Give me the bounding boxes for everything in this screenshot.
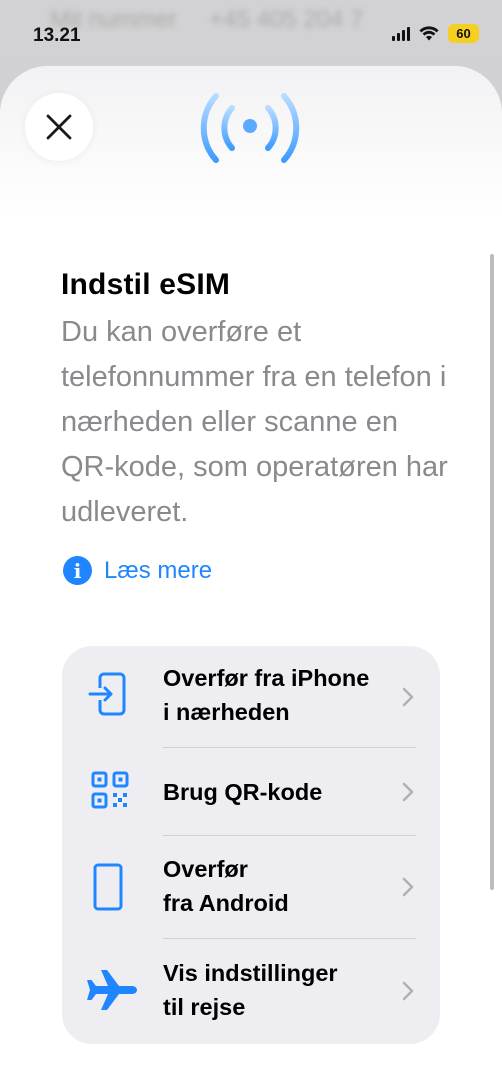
options-list: Overfør fra iPhone i nærheden Brug QR-ko… [62,646,440,1044]
chevron-right-icon [402,877,414,897]
option-qr-code[interactable]: Brug QR-kode [62,748,440,835]
info-icon: i [63,556,92,585]
option-travel-settings[interactable]: Vis indstillinger til rejse [62,938,440,1044]
chevron-right-icon [402,981,414,1001]
sheet-content: Indstil eSIM Du kan overføre et telefonn… [61,268,448,535]
cellular-signal-icon [392,26,410,41]
learn-more-label: Læs mere [104,556,213,584]
wifi-icon [419,26,439,41]
antenna-signal-icon [200,93,300,189]
close-icon [46,114,72,140]
option-transfer-android[interactable]: Overfør fra Android [62,835,440,938]
learn-more-link[interactable]: i Læs mere [63,556,212,585]
background-number: +45 405 204 7 [209,6,364,33]
scroll-indicator[interactable] [490,254,494,890]
option-label: Overfør fra iPhone i nærheden [163,665,370,725]
screen: Mit nummer +45 405 204 7 13.21 60 Indsti… [0,0,502,1079]
chevron-right-icon [402,782,414,802]
airplane-icon [87,970,137,1010]
option-label: Vis indstillinger til rejse [163,960,338,1020]
status-icons: 60 [392,24,479,43]
option-label: Brug QR-kode [163,779,323,805]
status-time: 13.21 [33,25,81,46]
page-title: Indstil eSIM [61,268,231,301]
esim-setup-sheet: Indstil eSIM Du kan overføre et telefonn… [0,66,502,1079]
chevron-right-icon [402,687,414,707]
description-text: Du kan overføre et telefonnummer fra en … [61,316,448,528]
close-button[interactable] [25,93,93,161]
battery-indicator: 60 [448,24,479,43]
background-content: Mit nummer +45 405 204 7 [50,6,390,34]
option-transfer-iphone[interactable]: Overfør fra iPhone i nærheden [62,646,440,748]
android-phone-icon [93,863,123,911]
option-label: Overfør fra Android [163,856,289,916]
transfer-phone-icon [88,672,126,716]
qr-code-icon [91,771,129,809]
